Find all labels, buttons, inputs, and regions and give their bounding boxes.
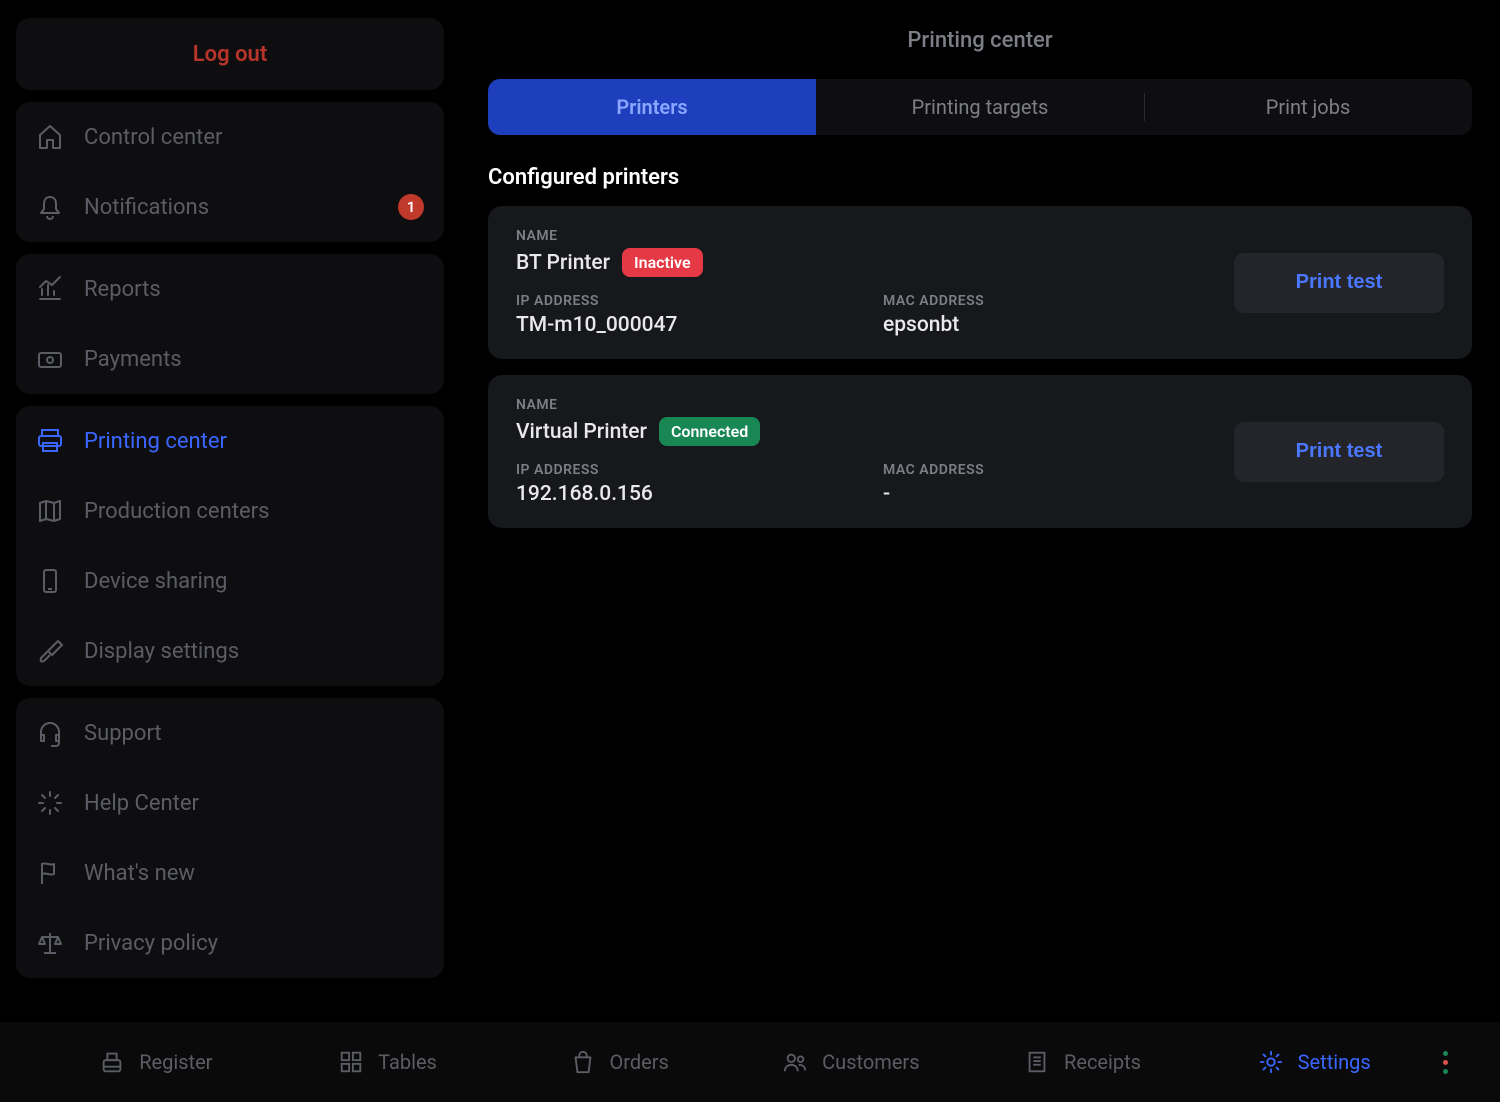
sidebar-item-label: What's new bbox=[84, 861, 195, 886]
sidebar-item-privacy-policy[interactable]: Privacy policy bbox=[16, 908, 444, 978]
print-test-button[interactable]: Print test bbox=[1234, 422, 1444, 482]
sidebar-item-label: Reports bbox=[84, 277, 161, 302]
print-test-button[interactable]: Print test bbox=[1234, 253, 1444, 313]
sidebar-group: Control center Notifications 1 bbox=[16, 102, 444, 242]
compass-icon bbox=[36, 789, 64, 817]
sidebar-item-production-centers[interactable]: Production centers bbox=[16, 476, 444, 546]
headset-icon bbox=[36, 719, 64, 747]
bottom-nav-tables[interactable]: Tables bbox=[272, 1022, 504, 1102]
notification-badge: 1 bbox=[398, 194, 424, 220]
main-content: Printing center Printers Printing targets… bbox=[460, 0, 1500, 1022]
cash-icon bbox=[36, 345, 64, 373]
bottom-nav-label: Register bbox=[139, 1050, 212, 1074]
section-heading: Configured printers bbox=[488, 165, 1472, 190]
sidebar-item-printing-center[interactable]: Printing center bbox=[16, 406, 444, 476]
tab-label: Printers bbox=[616, 95, 687, 119]
tab-printing-targets[interactable]: Printing targets bbox=[816, 79, 1144, 135]
sidebar-item-label: Device sharing bbox=[84, 569, 227, 594]
phone-icon bbox=[36, 567, 64, 595]
sidebar-item-label: Help Center bbox=[84, 791, 199, 816]
users-icon bbox=[782, 1049, 808, 1075]
tabs: Printers Printing targets Print jobs bbox=[488, 79, 1472, 135]
bottom-nav-orders[interactable]: Orders bbox=[503, 1022, 735, 1102]
sidebar-item-label: Printing center bbox=[84, 429, 227, 454]
receipt-icon bbox=[1024, 1049, 1050, 1075]
bottom-nav-register[interactable]: Register bbox=[40, 1022, 272, 1102]
tab-label: Print jobs bbox=[1266, 95, 1351, 119]
mac-label: MAC ADDRESS bbox=[883, 293, 1210, 309]
bottom-nav-settings[interactable]: Settings bbox=[1198, 1022, 1430, 1102]
gear-icon bbox=[1258, 1049, 1284, 1075]
printer-icon bbox=[36, 427, 64, 455]
bottom-nav-label: Tables bbox=[378, 1050, 437, 1074]
bag-icon bbox=[570, 1049, 596, 1075]
page-title: Printing center bbox=[488, 28, 1472, 53]
sidebar-item-whats-new[interactable]: What's new bbox=[16, 838, 444, 908]
register-icon bbox=[99, 1049, 125, 1075]
printer-ip: TM-m10_000047 bbox=[516, 313, 843, 337]
sidebar-item-label: Notifications bbox=[84, 195, 209, 220]
bottom-nav-receipts[interactable]: Receipts bbox=[967, 1022, 1199, 1102]
sidebar-item-label: Production centers bbox=[84, 499, 269, 524]
sidebar-group: Printing center Production centers Device … bbox=[16, 406, 444, 686]
logout-group: Log out bbox=[16, 18, 444, 90]
bell-icon bbox=[36, 193, 64, 221]
bottom-nav-label: Receipts bbox=[1064, 1050, 1141, 1074]
sidebar-item-label: Privacy policy bbox=[84, 931, 218, 956]
name-label: NAME bbox=[516, 228, 1210, 244]
printer-name: BT Printer bbox=[516, 251, 610, 275]
grid-icon bbox=[338, 1049, 364, 1075]
sidebar-item-support[interactable]: Support bbox=[16, 698, 444, 768]
flag-icon bbox=[36, 859, 64, 887]
logout-button[interactable]: Log out bbox=[16, 18, 444, 90]
map-icon bbox=[36, 497, 64, 525]
bottom-nav-label: Customers bbox=[822, 1050, 919, 1074]
sidebar-item-display-settings[interactable]: Display settings bbox=[16, 616, 444, 686]
tab-print-jobs[interactable]: Print jobs bbox=[1144, 79, 1472, 135]
bottom-nav: Register Tables Orders Customers Receipts Set… bbox=[0, 1022, 1500, 1102]
name-label: NAME bbox=[516, 397, 1210, 413]
tab-printers[interactable]: Printers bbox=[488, 79, 816, 135]
tab-label: Printing targets bbox=[912, 95, 1049, 119]
printer-card[interactable]: NAME BT Printer Inactive IP ADDRESS TM-m… bbox=[488, 206, 1472, 359]
sidebar-item-notifications[interactable]: Notifications 1 bbox=[16, 172, 444, 242]
sidebar-item-payments[interactable]: Payments bbox=[16, 324, 444, 394]
printer-mac: - bbox=[883, 482, 1210, 506]
printer-card[interactable]: NAME Virtual Printer Connected IP ADDRES… bbox=[488, 375, 1472, 528]
printer-card-body: NAME Virtual Printer Connected IP ADDRES… bbox=[516, 397, 1210, 506]
connection-status-dots bbox=[1430, 1022, 1460, 1102]
ip-label: IP ADDRESS bbox=[516, 293, 843, 309]
brush-icon bbox=[36, 637, 64, 665]
sidebar-group: Support Help Center What's new Privacy poli… bbox=[16, 698, 444, 978]
home-icon bbox=[36, 123, 64, 151]
printer-ip: 192.168.0.156 bbox=[516, 482, 843, 506]
scale-icon bbox=[36, 929, 64, 957]
printer-name: Virtual Printer bbox=[516, 420, 647, 444]
sidebar-item-label: Display settings bbox=[84, 639, 239, 664]
status-badge: Connected bbox=[659, 417, 760, 446]
sidebar: Log out Control center Notifications 1 Repo… bbox=[0, 0, 460, 1022]
sidebar-item-label: Payments bbox=[84, 347, 182, 372]
printer-mac: epsonbt bbox=[883, 313, 1210, 337]
bottom-nav-label: Orders bbox=[610, 1050, 669, 1074]
sidebar-group: Reports Payments bbox=[16, 254, 444, 394]
ip-label: IP ADDRESS bbox=[516, 462, 843, 478]
sidebar-item-device-sharing[interactable]: Device sharing bbox=[16, 546, 444, 616]
sidebar-item-control-center[interactable]: Control center bbox=[16, 102, 444, 172]
logout-label: Log out bbox=[193, 42, 267, 67]
sidebar-item-label: Support bbox=[84, 721, 162, 746]
sidebar-item-label: Control center bbox=[84, 125, 222, 150]
sidebar-item-help-center[interactable]: Help Center bbox=[16, 768, 444, 838]
bottom-nav-customers[interactable]: Customers bbox=[735, 1022, 967, 1102]
bottom-nav-label: Settings bbox=[1298, 1050, 1371, 1074]
chart-icon bbox=[36, 275, 64, 303]
sidebar-item-reports[interactable]: Reports bbox=[16, 254, 444, 324]
printer-card-body: NAME BT Printer Inactive IP ADDRESS TM-m… bbox=[516, 228, 1210, 337]
status-badge: Inactive bbox=[622, 248, 703, 277]
mac-label: MAC ADDRESS bbox=[883, 462, 1210, 478]
